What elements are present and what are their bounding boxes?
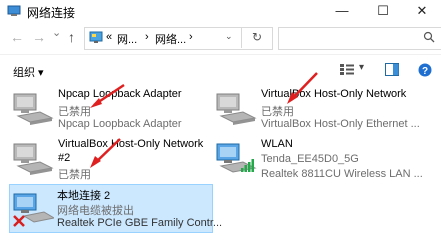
annotation-arrow <box>90 83 125 108</box>
back-button[interactable]: ← <box>10 29 24 45</box>
connection-name: VirtualBox Host-Only Network <box>58 138 204 150</box>
search-input[interactable] <box>278 27 441 50</box>
control-panel-icon <box>89 31 103 43</box>
organize-menu[interactable]: 组织 ▾ <box>13 64 44 80</box>
breadcrumb-separator: › <box>189 31 193 43</box>
close-button[interactable]: ✕ <box>405 0 439 24</box>
help-icon[interactable]: ? <box>418 63 432 77</box>
connection-item-wlan[interactable]: WLAN Tenda_EE45D0_5G Realtek 8811CU Wire… <box>213 136 441 182</box>
svg-text:?: ? <box>422 66 428 77</box>
address-row: ← → ⌄ ↑ « 网... › 网络... › ⌄ ↻ <box>0 24 441 52</box>
refresh-button[interactable]: ↻ <box>241 27 272 48</box>
recent-locations-button[interactable]: ⌄ <box>52 26 61 39</box>
connection-name: WLAN <box>261 138 293 150</box>
connection-device: Realtek 8811CU Wireless LAN ... <box>261 168 423 180</box>
network-adapter-icon <box>13 143 54 175</box>
annotation-arrow <box>90 138 121 168</box>
address-dropdown-icon[interactable]: ⌄ <box>225 31 233 42</box>
connection-status: Tenda_EE45D0_5G <box>261 153 359 165</box>
breadcrumb-separator: › <box>145 31 149 43</box>
command-bar: 组织 ▾ ▾ ? <box>0 54 441 85</box>
preview-pane-icon[interactable] <box>385 63 399 76</box>
breadcrumb-item-2[interactable]: 网络... <box>155 31 186 47</box>
connection-name: 本地连接 2 <box>57 190 111 202</box>
view-options-icon[interactable] <box>340 63 354 76</box>
connection-item-virtualbox[interactable]: VirtualBox Host-Only Network 已禁用 Virtual… <box>213 86 441 132</box>
connection-status: 已禁用 <box>58 106 91 118</box>
forward-button[interactable]: → <box>32 29 46 45</box>
network-adapter-icon <box>13 93 54 125</box>
view-dropdown-button[interactable]: ▾ <box>359 62 364 73</box>
network-connections-icon <box>7 5 21 16</box>
maximize-button[interactable]: ☐ <box>366 0 400 24</box>
connection-status: 网络电缆被拔出 <box>57 205 134 217</box>
connection-device: VirtualBox Host-Only Ethernet ... <box>261 118 420 130</box>
connection-device: Realtek PCIe GBE Family Contr... <box>57 217 223 229</box>
annotation-arrow <box>287 72 318 104</box>
window-title: 网络连接 <box>27 6 76 20</box>
breadcrumb-overflow[interactable]: « <box>106 31 112 43</box>
connection-device: Npcap Loopback Adapter <box>58 118 182 130</box>
title-bar: 网络连接 — ☐ ✕ <box>0 0 441 24</box>
breadcrumb-item-1[interactable]: 网... <box>117 31 137 47</box>
search-icon <box>423 31 435 43</box>
connection-item-local-2[interactable]: 本地连接 2 网络电缆被拔出 Realtek PCIe GBE Family C… <box>9 184 222 233</box>
wifi-adapter-icon <box>216 143 257 173</box>
up-button[interactable]: ↑ <box>68 29 75 45</box>
disconnected-x-icon <box>13 215 25 227</box>
minimize-button[interactable]: — <box>325 0 359 24</box>
network-adapter-icon <box>216 93 257 125</box>
connection-name-line2: #2 <box>58 152 71 164</box>
